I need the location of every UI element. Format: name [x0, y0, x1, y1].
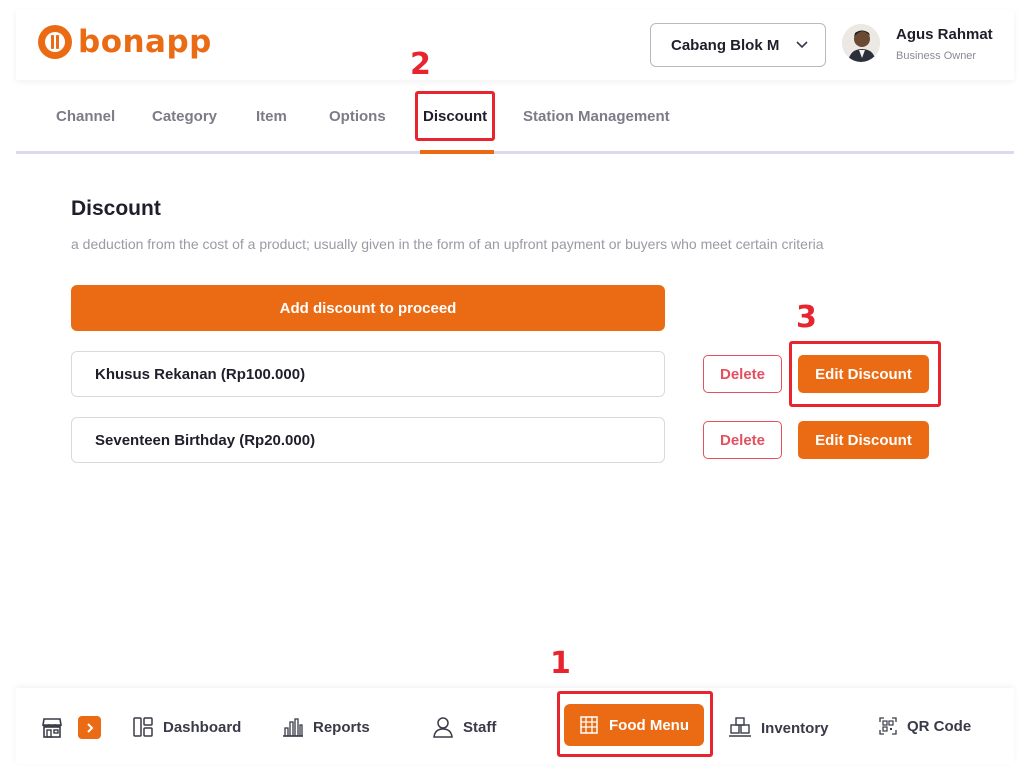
dashboard-icon — [133, 717, 153, 737]
brand-logo[interactable]: bonapp — [38, 24, 212, 60]
tab-item[interactable]: Item — [256, 108, 287, 125]
nav-label: Reports — [313, 718, 370, 736]
annotation-box-food-menu — [557, 691, 713, 757]
nav-label: Dashboard — [163, 718, 242, 736]
nav-reports[interactable]: Reports — [282, 716, 370, 738]
page-subtitle: a deduction from the cost of a product; … — [71, 236, 824, 252]
nav-dashboard[interactable]: Dashboard — [132, 716, 241, 738]
reports-icon — [283, 718, 303, 737]
avatar[interactable] — [842, 24, 880, 62]
annotation-box-edit-discount — [789, 341, 941, 407]
chevron-right-icon — [86, 722, 93, 733]
annotation-number: 2 — [410, 47, 431, 82]
tab-channel[interactable]: Channel — [56, 108, 115, 125]
staff-icon — [433, 717, 453, 738]
nav-label: QR Code — [907, 717, 972, 735]
annotation-box-discount-tab — [415, 91, 495, 141]
top-header: bonapp Cabang Blok M Agus Rahmat Busines… — [16, 10, 1014, 80]
add-discount-button[interactable]: Add discount to proceed — [71, 285, 665, 331]
delete-discount-button[interactable]: Delete — [703, 421, 782, 459]
qr-code-icon — [879, 717, 897, 735]
logo-icon — [38, 25, 72, 59]
discount-item[interactable]: Khusus Rekanan (Rp100.000) — [71, 351, 665, 397]
active-tab-indicator — [420, 150, 494, 154]
tab-station-management[interactable]: Station Management — [523, 108, 670, 125]
bottom-navigation: Dashboard Reports Staff Food Menu Invent… — [16, 688, 1014, 764]
avatar-image — [842, 24, 880, 62]
user-name: Agus Rahmat — [896, 26, 993, 43]
delete-discount-button[interactable]: Delete — [703, 355, 782, 393]
user-role: Business Owner — [896, 50, 977, 62]
tab-category[interactable]: Category — [152, 108, 217, 125]
annotation-number: 1 — [550, 646, 571, 681]
expand-arrow-button[interactable] — [78, 716, 101, 739]
store-icon[interactable] — [40, 716, 64, 740]
branch-select[interactable]: Cabang Blok M — [650, 23, 826, 67]
branch-label: Cabang Blok M — [671, 36, 780, 54]
nav-staff[interactable]: Staff — [432, 716, 496, 738]
annotation-number: 3 — [796, 300, 817, 335]
nav-label: Inventory — [761, 719, 829, 737]
inventory-icon — [729, 717, 751, 737]
tab-options[interactable]: Options — [329, 108, 386, 125]
nav-label: Staff — [463, 718, 497, 736]
category-tabs: Channel Category Item Options Discount S… — [16, 80, 1014, 154]
discount-item[interactable]: Seventeen Birthday (Rp20.000) — [71, 417, 665, 463]
edit-discount-button[interactable]: Edit Discount — [798, 421, 929, 459]
nav-inventory[interactable]: Inventory — [728, 716, 829, 740]
chevron-down-icon — [796, 41, 808, 49]
page-title: Discount — [71, 197, 161, 220]
brand-name: bonapp — [78, 24, 212, 60]
nav-qr-code[interactable]: QR Code — [878, 716, 971, 736]
